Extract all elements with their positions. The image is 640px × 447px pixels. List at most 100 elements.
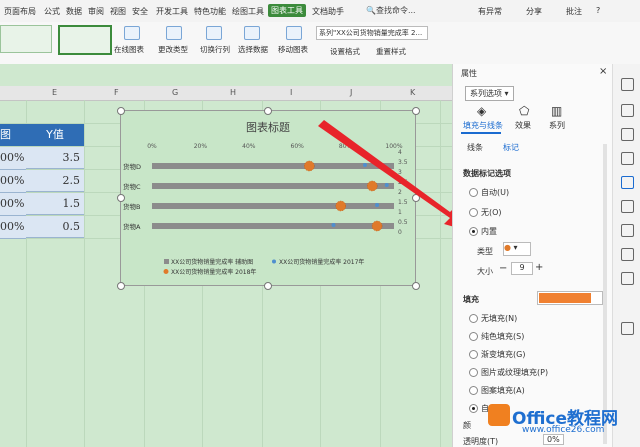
cell-y-3[interactable]: 1.5 <box>26 193 84 215</box>
switch-row-col-button[interactable]: 切换行列 <box>200 44 230 55</box>
radio-builtin[interactable] <box>469 227 478 236</box>
radio-auto-label: 自动(U) <box>481 188 510 197</box>
move-chart-icon <box>286 26 302 40</box>
settings-icon[interactable] <box>621 322 634 335</box>
select-icon[interactable] <box>621 78 634 91</box>
menu-security[interactable]: 安全 <box>132 6 148 17</box>
chart-style-thumb-1[interactable] <box>0 25 52 53</box>
header-cell-y-value[interactable]: Y值 <box>26 124 84 146</box>
menu-chart-tools[interactable]: 图表工具 <box>268 4 306 17</box>
filter-icon[interactable] <box>621 200 634 213</box>
radio-auto[interactable] <box>469 188 478 197</box>
cell-percent-1[interactable]: 00% <box>0 147 26 170</box>
radio-none[interactable] <box>469 208 478 217</box>
radio-picture-fill-label: 图片或纹理填充(P) <box>481 368 549 377</box>
marker-type-select[interactable]: ● ▾ <box>503 242 531 256</box>
menu-special[interactable]: 特色功能 <box>194 6 226 17</box>
radio-auto-fill[interactable] <box>469 404 478 413</box>
search-command[interactable]: 🔍查找命令... <box>366 5 444 17</box>
marker-size-label: 大小 <box>477 267 493 276</box>
resize-handle[interactable] <box>412 107 420 115</box>
cell-y-1[interactable]: 3.5 <box>26 147 84 169</box>
resize-handle[interactable] <box>264 107 272 115</box>
series-icon[interactable]: ▥ <box>551 104 562 118</box>
column-header: E F G H I J K <box>0 86 452 101</box>
chart-style-thumb-2[interactable] <box>58 25 112 55</box>
change-type-button[interactable]: 更改类型 <box>158 44 188 55</box>
radio-picture-fill[interactable] <box>469 368 478 377</box>
subtab-line[interactable]: 线条 <box>467 142 483 153</box>
tab-fill-line[interactable]: 填充与线条 <box>463 120 503 131</box>
ribbon: 在线图表 更改类型 切换行列 选择数据 移动图表 系列"XX公司货物销量完成率 … <box>0 22 640 65</box>
comment-button[interactable]: 批注 <box>566 6 582 17</box>
column-j[interactable]: J <box>350 88 352 97</box>
panel-scrollbar[interactable] <box>603 144 607 444</box>
size-increase-button[interactable]: + <box>535 262 543 273</box>
size-decrease-button[interactable]: − <box>499 263 507 274</box>
series-options-dropdown[interactable]: 系列选项 ▾ <box>465 86 514 101</box>
column-i[interactable]: I <box>290 88 292 97</box>
section-fill[interactable]: 填充 <box>463 294 479 305</box>
cell-y-4[interactable]: 0.5 <box>26 216 84 238</box>
radio-no-fill-label: 无填充(N) <box>481 314 518 323</box>
cell-percent-3[interactable]: 00% <box>0 193 26 216</box>
fill-color-picker[interactable] <box>537 291 603 305</box>
move-chart-button[interactable]: 移动图表 <box>278 44 308 55</box>
help-icon[interactable]: ? <box>596 6 600 15</box>
online-chart-button[interactable]: 在线图表 <box>114 44 144 55</box>
reset-style-button[interactable]: 重置样式 <box>376 46 406 57</box>
header-cell-partial[interactable]: 图 <box>0 124 26 146</box>
menu-data[interactable]: 数据 <box>66 6 82 17</box>
style-icon[interactable] <box>621 152 634 165</box>
share-button[interactable]: 分享 <box>526 6 542 17</box>
column-h[interactable]: H <box>230 88 236 97</box>
table-icon[interactable] <box>621 128 634 141</box>
column-e[interactable]: E <box>52 88 57 97</box>
menu-view[interactable]: 视图 <box>110 6 126 17</box>
tab-series[interactable]: 系列 <box>549 120 565 131</box>
x-tick-label: 60% <box>291 143 305 150</box>
subtab-marker[interactable]: 标记 <box>503 142 519 153</box>
cell-y-2[interactable]: 2.5 <box>26 170 84 192</box>
transparency-input[interactable]: 0% <box>543 434 564 445</box>
close-icon[interactable]: × <box>599 66 607 77</box>
layout-icon[interactable] <box>621 272 634 285</box>
category-label: 货物A <box>123 222 141 231</box>
chart-element-icon[interactable] <box>621 104 634 117</box>
grid-line <box>84 100 85 447</box>
cell-percent-2[interactable]: 00% <box>0 170 26 193</box>
section-marker-options[interactable]: 数据标记选项 <box>463 168 511 179</box>
fill-line-icon[interactable]: ◈ <box>477 104 486 118</box>
menu-developer[interactable]: 开发工具 <box>156 6 188 17</box>
column-k[interactable]: K <box>410 88 415 97</box>
column-f[interactable]: F <box>114 88 119 97</box>
backup-icon[interactable] <box>621 224 634 237</box>
shape-icon[interactable] <box>621 248 634 261</box>
radio-gradient-fill[interactable] <box>469 350 478 359</box>
resize-handle[interactable] <box>117 107 125 115</box>
radio-solid-fill[interactable] <box>469 332 478 341</box>
tab-effects[interactable]: 效果 <box>515 120 531 131</box>
resize-handle[interactable] <box>117 194 125 202</box>
menu-page-layout[interactable]: 页面布局 <box>4 6 36 17</box>
select-data-button[interactable]: 选择数据 <box>238 44 268 55</box>
menu-formulas[interactable]: 公式 <box>44 6 60 17</box>
legend-label-2018: XX公司货物销量完成率 2018年 <box>171 268 256 276</box>
resize-handle[interactable] <box>264 282 272 290</box>
menu-review[interactable]: 审阅 <box>88 6 104 17</box>
effects-icon[interactable]: ⬠ <box>519 104 529 118</box>
marker-size-input[interactable]: 9 <box>511 262 533 275</box>
anomaly-status[interactable]: 有异常 <box>478 6 502 17</box>
resize-handle[interactable] <box>117 282 125 290</box>
resize-handle[interactable] <box>412 282 420 290</box>
property-icon[interactable] <box>621 176 634 189</box>
radio-no-fill[interactable] <box>469 314 478 323</box>
column-g[interactable]: G <box>172 88 178 97</box>
menu-doc-helper[interactable]: 文档助手 <box>312 6 344 17</box>
series-select[interactable]: 系列"XX公司货物销量完成率 2... <box>316 26 428 40</box>
radio-pattern-fill[interactable] <box>469 386 478 395</box>
panel-title: 属性 <box>461 69 477 78</box>
cell-percent-4[interactable]: 00% <box>0 216 26 239</box>
format-settings-button[interactable]: 设置格式 <box>330 46 360 57</box>
menu-drawing-tools[interactable]: 绘图工具 <box>232 6 264 17</box>
